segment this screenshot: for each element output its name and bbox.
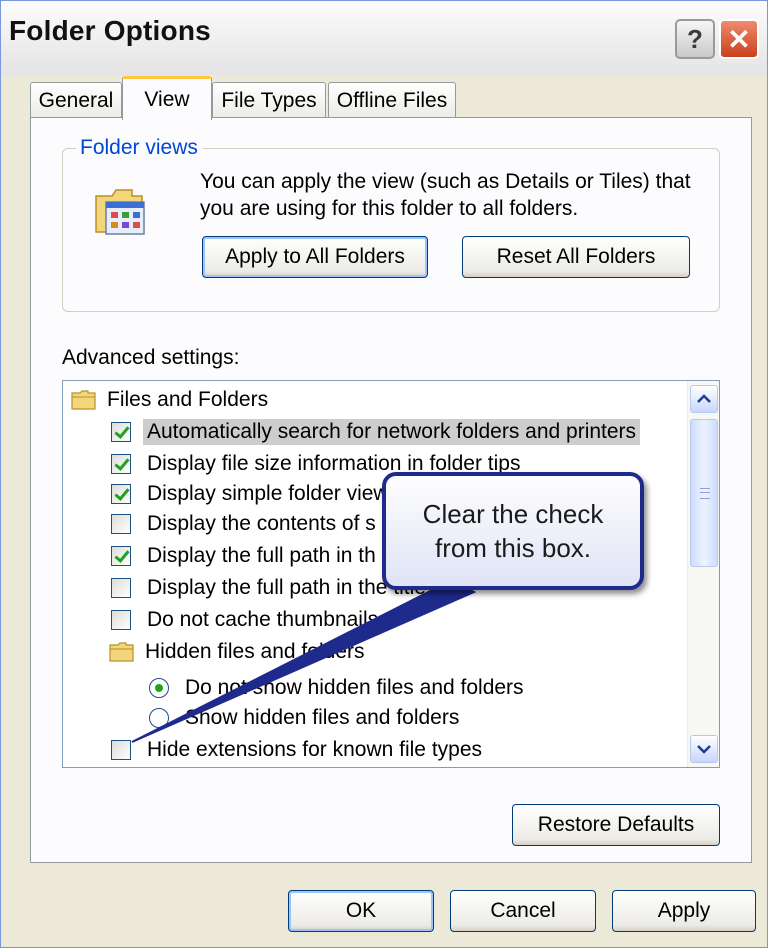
list-item-label: Display the contents of s [147, 512, 376, 535]
checkbox[interactable] [111, 546, 131, 566]
callout-text: Clear the check from this box. [423, 497, 604, 565]
checkbox[interactable] [111, 740, 131, 760]
list-item-label: Display the full path in th [147, 544, 376, 567]
checkbox[interactable] [111, 454, 131, 474]
chevron-up-icon [697, 394, 711, 403]
checkbox[interactable] [111, 578, 131, 598]
folder-views-description: You can apply the view (such as Details … [200, 170, 691, 220]
list-item-display-simple-folder-view[interactable]: Display simple folder view [111, 479, 393, 509]
scroll-down-button[interactable] [690, 735, 718, 763]
help-button[interactable]: ? [675, 19, 715, 59]
list-item-label: Show hidden files and folders [185, 706, 460, 729]
radio-button[interactable] [149, 678, 169, 698]
callout-line-2: from this box. [434, 533, 592, 563]
folder-icon [109, 642, 134, 662]
apply-to-all-folders-button[interactable]: Apply to All Folders [202, 236, 428, 278]
checkbox[interactable] [111, 610, 131, 630]
tab-general[interactable]: General [30, 82, 122, 118]
tab-offline-files[interactable]: Offline Files [328, 82, 456, 118]
list-item-label: Display simple folder view [147, 482, 389, 505]
list-item-auto-search-network[interactable]: Automatically search for network folders… [111, 417, 641, 447]
list-item-hide-extensions[interactable]: Hide extensions for known file types [111, 735, 486, 765]
close-button[interactable]: ✕ [719, 19, 759, 59]
list-item-label: Hide extensions for known file types [147, 738, 483, 761]
tree-folder-files-and-folders: Files and Folders [71, 385, 272, 415]
tab-file-types[interactable]: File Types [212, 82, 326, 118]
list-item-do-not-cache-thumbnails[interactable]: Do not cache thumbnails [111, 605, 382, 635]
grip-icon [700, 488, 710, 499]
callout-annotation: Clear the check from this box. [382, 472, 644, 590]
list-item-display-contents[interactable]: Display the contents of s [111, 509, 380, 539]
radio-button[interactable] [149, 708, 169, 728]
window-title: Folder Options [9, 15, 211, 46]
list-item-label: Hidden files and folders [145, 640, 365, 663]
callout-line-1: Clear the check [422, 499, 604, 529]
checkbox[interactable] [111, 514, 131, 534]
list-item-show-hidden[interactable]: Show hidden files and folders [149, 703, 463, 733]
advanced-settings-label: Advanced settings: [62, 346, 240, 369]
reset-all-folders-button[interactable]: Reset All Folders [462, 236, 690, 278]
restore-defaults-button[interactable]: Restore Defaults [512, 804, 720, 846]
ok-button[interactable]: OK [288, 890, 434, 932]
tab-view[interactable]: View [122, 76, 212, 120]
checkbox[interactable] [111, 484, 131, 504]
folder-views-icon [95, 189, 145, 235]
checkbox[interactable] [111, 422, 131, 442]
scroll-up-button[interactable] [690, 385, 718, 413]
list-item-label: Files and Folders [107, 388, 269, 411]
apply-button[interactable]: Apply [612, 890, 756, 932]
title-bar[interactable]: Folder Options ? ✕ [1, 1, 767, 75]
list-item-do-not-show-hidden[interactable]: Do not show hidden files and folders [149, 673, 528, 703]
tree-folder-hidden-files: Hidden files and folders [109, 637, 368, 667]
list-item-full-path-address-bar[interactable]: Display the full path in th [111, 541, 380, 571]
cancel-button[interactable]: Cancel [450, 890, 596, 932]
vertical-scrollbar[interactable] [687, 381, 719, 767]
folder-icon [71, 390, 96, 410]
list-item-label: Do not cache thumbnails [147, 608, 379, 631]
chevron-down-icon [697, 745, 711, 754]
list-item-label: Do not show hidden files and folders [185, 676, 524, 699]
folder-views-legend: Folder views [76, 136, 202, 160]
scroll-thumb[interactable] [690, 419, 718, 567]
list-item-label: Automatically search for network folders… [143, 419, 641, 445]
